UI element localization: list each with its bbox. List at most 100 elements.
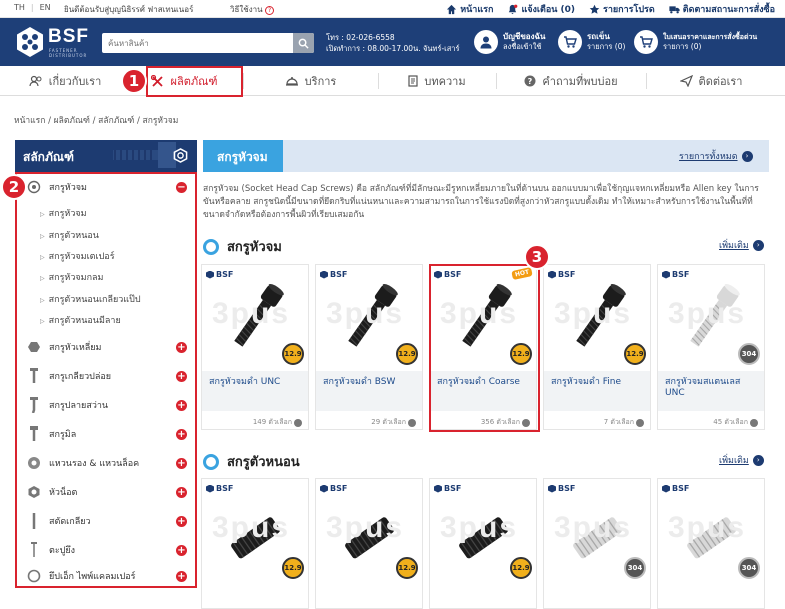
quote-block[interactable]: ใบเสนอราคาและการสั่งซื้อด่วน รายการ (0) [634,30,757,54]
lang-separator: | [30,3,34,12]
section-title-socket: สกรูหัวจม [203,236,282,257]
card-brand-text: BSF [330,484,348,493]
options-icon [408,418,416,427]
product-card[interactable]: BSF 3pus 12.9 สกรูหัวจมดำ UNC 149 ตัวเลื… [201,264,309,430]
top-nav-home[interactable]: หน้าแรก [446,2,493,16]
cart-block[interactable]: รถเข็น รายการ (0) [558,30,625,54]
product-image[interactable]: BSF 3pus 304 [544,479,650,585]
hex-logo-icon [662,270,670,279]
top-nav-favorites-label: รายการโปรด [603,5,655,15]
phone-text: โทร : 02-026-6558 [326,33,395,42]
card-brand-text: BSF [330,270,348,279]
product-card[interactable]: BSF 3pus 12.9 [429,478,537,609]
top-nav-home-label: หน้าแรก [460,5,494,15]
nav-services[interactable]: บริการ [243,66,378,96]
arrow-right-icon: › [752,454,764,466]
step-badge-2: 2 [1,174,27,200]
search-button[interactable] [293,33,314,53]
product-card[interactable]: BSF 3pus 12.9 สกรูหัวจมดำ Fine 7 ตัวเลือ… [543,264,651,430]
product-card[interactable]: BSF 3pus 304 [657,478,765,609]
card-brand-text: BSF [216,484,234,493]
card-brand-logo: BSF [548,270,575,279]
truck-icon [669,5,680,13]
section-title-set-screw: สกรูตัวหนอน [203,451,300,472]
section-more-link[interactable]: เพิ่มเติม › [719,238,764,252]
card-brand-logo: BSF [662,484,689,493]
nav-articles[interactable]: บทความ [378,66,496,96]
card-brand-text: BSF [216,270,234,279]
product-image[interactable]: BSF 3pus 12.9 [544,265,650,371]
section-more-label: เพิ่มเติม [719,241,749,251]
hex-logo-icon [662,484,670,493]
grade-badge: 12.9 [624,343,646,365]
grade-badge: 304 [738,343,760,365]
product-card[interactable]: BSF 3pus 304 [543,478,651,609]
product-card[interactable]: BSF 3pus 12.9 [315,478,423,609]
site-logo[interactable]: BSF FASTENER DISTRIBUTOR [14,24,94,60]
quote-line2: รายการ (0) [663,42,702,51]
card-brand-logo: BSF [206,270,233,279]
option-count-text: 149 ตัวเลือก [252,418,292,426]
top-nav-track-order[interactable]: ติดตามสถานะการสั่งซื้อ [669,2,775,16]
nav-faq-label: คำถามที่พบบ่อย [542,75,618,88]
quote-line1: ใบเสนอราคาและการสั่งซื้อด่วน [663,33,758,41]
top-nav-notifications[interactable]: แจ้งเตือน (0) [507,2,575,16]
hours-text: เปิดทำการ : 08.00-17.00น. จันทร์-เสาร์ [326,44,460,53]
section-more-link[interactable]: เพิ่มเติม › [719,453,764,467]
step-badge-1: 1 [121,68,147,94]
product-card[interactable]: BSF 3pus 304 สกรูหัวจมสแตนเลส UNC 45 ตัว… [657,264,765,430]
hex-logo-icon [320,484,328,493]
product-image[interactable]: BSF 3pus 304 [658,265,764,371]
banner-all-link[interactable]: รายการทั้งหมด › [679,149,753,163]
search-icon [298,38,309,49]
product-card[interactable]: BSF 3pus 12.9 [201,478,309,609]
nav-about-label: เกี่ยวกับเรา [48,75,102,88]
breadcrumb[interactable]: หน้าแรก / ผลิตภัณฑ์ / สลักภัณฑ์ / สกรูหั… [14,113,178,127]
sidebar-header: สลักภัณฑ์ [15,140,197,172]
watermark-text: 3pus [326,297,405,330]
section-title-label: สกรูหัวจม [227,240,282,255]
lang-th[interactable]: TH [14,3,25,12]
product-image[interactable]: BSF 3pus 12.9 [202,265,308,371]
step-badge-3: 3 [524,244,550,270]
nav-about[interactable]: เกี่ยวกับเรา [10,66,120,96]
search-input[interactable] [102,33,292,53]
product-image[interactable]: BSF 3pus 12.9 [316,265,422,371]
card-brand-text: BSF [672,484,690,493]
arrow-right-icon: › [741,150,753,162]
product-image[interactable]: BSF 3pus 12.9 [316,479,422,585]
product-image[interactable]: BSF 3pus 12.9 [202,479,308,585]
user-icon [474,30,498,54]
logo-subtitle: FASTENER DISTRIBUTOR [49,48,88,58]
option-count: 45 ตัวเลือก [713,417,758,428]
hex-logo-icon [320,270,328,279]
product-image[interactable]: BSF 3pus 12.9 [430,479,536,585]
card-brand-text: BSF [444,484,462,493]
card-brand-text: BSF [558,270,576,279]
account-block[interactable]: บัญชีของฉัน ลงชื่อเข้าใช้ [474,30,545,54]
option-count: 149 ตัวเลือก [253,417,302,428]
how-to-label: วิธีใช้งาน [230,5,263,14]
top-nav-track-order-label: ติดตามสถานะการสั่งซื้อ [682,5,775,15]
language-switcher: TH | EN [14,3,51,12]
arrow-right-icon: › [752,239,764,251]
product-image[interactable]: BSF 3pus 304 [658,479,764,585]
nav-contact[interactable]: ติดต่อเรา [646,66,776,96]
watermark-text: 3pus [554,511,633,544]
hex-logo-icon [206,270,214,279]
sidebar-title: สลักภัณฑ์ [23,150,74,164]
watermark-text: 3pus [554,297,633,330]
card-brand-logo: BSF [548,484,575,493]
top-nav-favorites[interactable]: รายการโปรด [589,2,655,16]
lang-en[interactable]: EN [40,3,51,12]
send-icon [679,75,693,87]
card-brand-logo: BSF [206,484,233,493]
category-banner: สกรูหัวจม รายการทั้งหมด › [203,140,769,172]
how-to-link[interactable]: วิธีใช้งาน ? [230,3,275,16]
option-count: 29 ตัวเลือก [371,417,416,428]
highlight-box-product [429,264,540,432]
nav-faq[interactable]: ? คำถามที่พบบ่อย [496,66,646,96]
product-card[interactable]: BSF 3pus 12.9 สกรูหัวจมดำ BSW 29 ตัวเลือ… [315,264,423,430]
svg-text:?: ? [528,77,533,86]
service-icon [285,77,298,86]
